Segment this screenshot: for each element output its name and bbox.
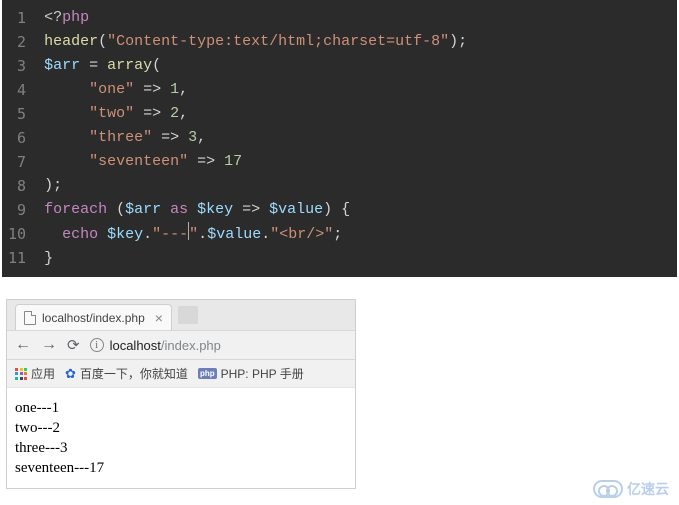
- code-token: "three": [89, 129, 152, 146]
- back-icon[interactable]: ←: [15, 336, 31, 354]
- line-number: 6: [8, 126, 26, 150]
- code-token: =>: [134, 81, 170, 98]
- line-number: 7: [8, 150, 26, 174]
- line-number: 8: [8, 174, 26, 198]
- output-line: two---2: [15, 418, 347, 438]
- code-token: =>: [134, 105, 170, 122]
- output-line: one---1: [15, 398, 347, 418]
- code-token: $value: [207, 226, 261, 243]
- php-icon: php: [198, 368, 217, 379]
- line-number: 5: [8, 102, 26, 126]
- apps-icon: [15, 368, 27, 380]
- bookmark-baidu[interactable]: ✿ 百度一下，你就知道: [65, 365, 188, 382]
- bookmarks-bar: 应用 ✿ 百度一下，你就知道 php PHP: PHP 手册: [7, 360, 355, 388]
- code-token: ,: [179, 105, 188, 122]
- code-token: (: [98, 33, 107, 50]
- browser-toolbar: ← → ⟳ i localhost/index.php: [7, 330, 355, 360]
- code-content[interactable]: <?php header("Content-type:text/html;cha…: [36, 0, 475, 277]
- watermark-icon: [593, 480, 623, 498]
- bookmark-label: PHP: PHP 手册: [221, 365, 304, 382]
- apps-shortcut[interactable]: 应用: [15, 365, 55, 382]
- code-token: "seventeen": [89, 153, 188, 170]
- code-token: 1: [170, 81, 179, 98]
- code-token: $value: [269, 201, 323, 218]
- code-token: php: [62, 9, 89, 26]
- code-token: 3: [188, 129, 197, 146]
- code-token: <?: [44, 9, 62, 26]
- close-icon[interactable]: ×: [155, 310, 163, 326]
- line-number: 4: [8, 78, 26, 102]
- code-token: header: [44, 33, 98, 50]
- code-token: [98, 226, 107, 243]
- code-token: $key: [107, 226, 143, 243]
- code-token: =>: [188, 153, 224, 170]
- output-line: three---3: [15, 438, 347, 458]
- line-number: 2: [8, 30, 26, 54]
- code-token: (: [152, 57, 161, 74]
- url-host: localhost: [110, 338, 161, 353]
- address-bar[interactable]: i localhost/index.php: [90, 338, 347, 353]
- code-token: ;: [333, 226, 342, 243]
- browser-window: localhost/index.php × ← → ⟳ i localhost/…: [6, 299, 356, 489]
- code-token: $key: [197, 201, 233, 218]
- browser-tab[interactable]: localhost/index.php ×: [15, 304, 172, 330]
- code-token: ,: [197, 129, 206, 146]
- code-token: );: [449, 33, 467, 50]
- url-path: /index.php: [161, 338, 221, 353]
- code-token: ) {: [323, 201, 350, 218]
- code-token: .: [198, 226, 207, 243]
- output-line: seventeen---17: [15, 458, 347, 478]
- page-content: one---1 two---2 three---3 seventeen---17: [7, 388, 355, 488]
- watermark: 亿速云: [593, 479, 669, 499]
- code-token: $arr: [44, 57, 80, 74]
- code-token: =>: [233, 201, 269, 218]
- new-tab-button[interactable]: [178, 306, 198, 324]
- forward-icon[interactable]: →: [41, 336, 57, 354]
- line-number-gutter: 1 2 3 4 5 6 7 8 9 10 11: [2, 0, 36, 277]
- code-token: as: [161, 201, 197, 218]
- code-token: $arr: [125, 201, 161, 218]
- line-number: 1: [8, 6, 26, 30]
- reload-icon[interactable]: ⟳: [67, 336, 80, 354]
- code-token: ": [189, 226, 198, 243]
- code-token: =: [80, 57, 107, 74]
- code-token: .: [261, 226, 270, 243]
- code-token: 17: [224, 153, 242, 170]
- code-token: "one": [89, 81, 134, 98]
- bookmark-label: 百度一下，你就知道: [80, 365, 188, 382]
- code-token: "---: [152, 226, 188, 243]
- code-token: ,: [179, 81, 188, 98]
- code-token: .: [143, 226, 152, 243]
- code-token: );: [44, 177, 62, 194]
- bookmark-label: 应用: [31, 365, 55, 382]
- code-token: echo: [62, 226, 98, 243]
- code-token: array: [107, 57, 152, 74]
- code-token: "two": [89, 105, 134, 122]
- line-number: 9: [8, 198, 26, 222]
- code-token: "Content-type:text/html;charset=utf-8": [107, 33, 449, 50]
- bookmark-php[interactable]: php PHP: PHP 手册: [198, 365, 304, 382]
- line-number: 11: [8, 246, 26, 270]
- line-number: 3: [8, 54, 26, 78]
- code-token: "<br/>": [270, 226, 333, 243]
- page-icon: [24, 311, 36, 325]
- code-editor: 1 2 3 4 5 6 7 8 9 10 11 <?php header("Co…: [2, 0, 677, 277]
- code-token: foreach: [44, 201, 107, 218]
- code-token: }: [44, 250, 53, 267]
- baidu-icon: ✿: [65, 366, 76, 382]
- site-info-icon[interactable]: i: [90, 338, 104, 352]
- watermark-text: 亿速云: [627, 479, 669, 499]
- code-token: 2: [170, 105, 179, 122]
- line-number: 10: [8, 222, 26, 246]
- browser-tabstrip: localhost/index.php ×: [7, 300, 355, 330]
- tab-title: localhost/index.php: [42, 311, 145, 325]
- code-token: =>: [152, 129, 188, 146]
- code-token: (: [107, 201, 125, 218]
